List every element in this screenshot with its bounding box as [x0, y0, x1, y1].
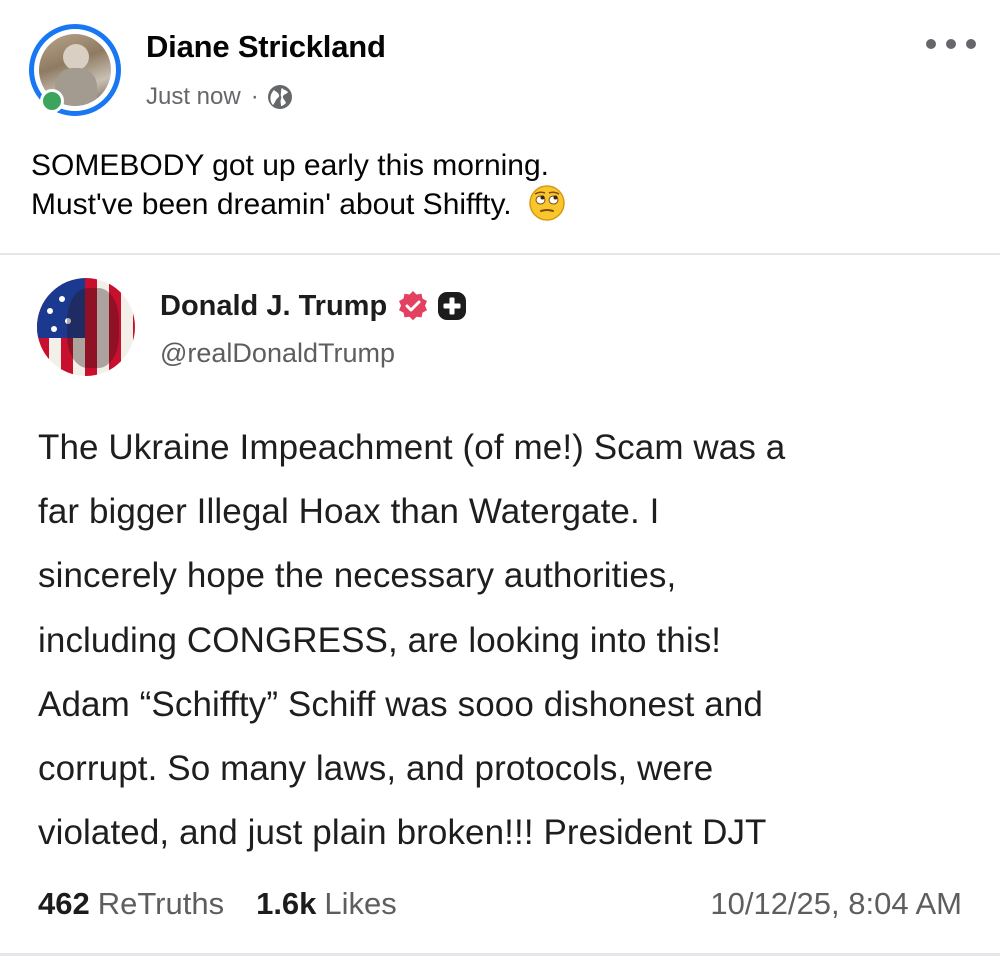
- post-text-line-content: Must've been dreamin' about Shiffty.: [31, 188, 512, 221]
- truth-timestamp[interactable]: 10/12/25, 8:04 AM: [710, 886, 962, 922]
- shared-truth-post[interactable]: Donald J. Trump @realDonaldTrump The Ukr…: [0, 256, 1000, 956]
- truth-body-line: including CONGRESS, are looking into thi…: [38, 620, 722, 660]
- likes-label: Likes: [324, 886, 397, 921]
- globe-icon[interactable]: [267, 84, 293, 110]
- post-header: Diane Strickland Just now ·: [0, 0, 1000, 140]
- retruths-label: ReTruths: [97, 886, 225, 921]
- truth-body-line: violated, and just plain broken!!! Presi…: [38, 813, 767, 853]
- truth-body-line: Adam “Schiffty” Schiff was sooo dishones…: [38, 684, 763, 724]
- truth-footer: 462 ReTruths 1.6k Likes 10/12/25, 8:04 A…: [38, 882, 962, 926]
- post-text-line: SOMEBODY got up early this morning.: [31, 149, 549, 182]
- post-text-line: Must've been dreamin' about Shiffty.: [31, 184, 931, 223]
- post-text: SOMEBODY got up early this morning. Must…: [31, 148, 931, 223]
- truth-body-line: far bigger Illegal Hoax than Watergate. …: [38, 492, 660, 532]
- truth-body-line: corrupt. So many laws, and protocols, we…: [38, 749, 714, 789]
- plus-badge-icon: [438, 292, 467, 320]
- post-timestamp[interactable]: Just now: [146, 83, 241, 111]
- meta-separator: ·: [250, 83, 259, 110]
- retruths-count: 462: [38, 886, 90, 921]
- likes-count: 1.6k: [256, 886, 317, 921]
- more-options-icon[interactable]: [926, 36, 976, 52]
- retruths-stat[interactable]: 462 ReTruths: [38, 886, 224, 922]
- author-name[interactable]: Diane Strickland: [146, 29, 386, 65]
- section-divider: [0, 253, 1000, 255]
- active-status-badge: [40, 89, 64, 113]
- post-meta: Just now ·: [146, 82, 293, 112]
- truth-body-line: The Ukraine Impeachment (of me!) Scam wa…: [38, 428, 786, 467]
- author-avatar[interactable]: [29, 24, 121, 116]
- truth-author-avatar[interactable]: [37, 278, 135, 376]
- truth-body-text: The Ukraine Impeachment (of me!) Scam wa…: [38, 416, 978, 865]
- truth-body-line: sincerely hope the necessary authorities…: [38, 556, 677, 596]
- truth-author-handle[interactable]: @realDonaldTrump: [160, 338, 395, 369]
- truth-author-name[interactable]: Donald J. Trump: [160, 290, 387, 323]
- face-with-rolling-eyes-emoji-icon: [528, 185, 565, 221]
- likes-stat[interactable]: 1.6k Likes: [256, 886, 397, 922]
- truth-author-name-row: Donald J. Trump: [160, 286, 467, 326]
- verified-badge-icon: [399, 291, 428, 321]
